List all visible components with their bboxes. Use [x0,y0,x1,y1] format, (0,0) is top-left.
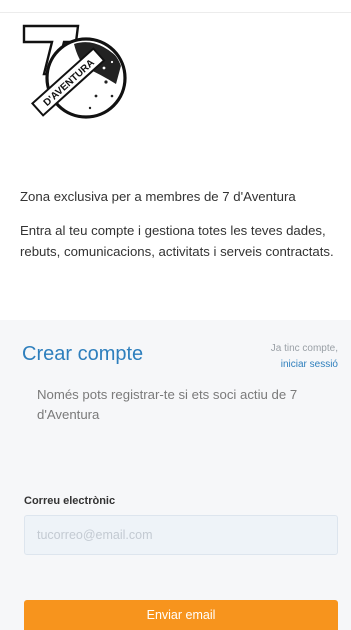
signup-page: D'AVENTURA Zona exclusiva per a membres … [0,0,351,630]
login-link[interactable]: iniciar sessió [271,357,338,373]
brand-logo: D'AVENTURA [22,24,127,119]
login-hint: Ja tinc compte, iniciar sessió [271,341,338,373]
signup-title: Crear compte [22,343,144,365]
member-notice: Només pots registrar-te si ets soci acti… [37,387,298,422]
send-email-button[interactable]: Enviar email [24,600,338,630]
signup-card: Crear compte Ja tinc compte, iniciar ses… [0,320,351,630]
email-label: Correu electrònic [24,495,116,507]
intro-tagline: Zona exclusiva per a membres de 7 d'Aven… [20,189,296,204]
has-account-text: Ja tinc compte, [270,343,338,354]
intro-section: Zona exclusiva per a membres de 7 d'Aven… [20,188,336,262]
email-field[interactable] [24,515,338,555]
top-divider [0,12,351,13]
intro-description: Entra al teu compte i gestiona totes les… [20,223,334,259]
